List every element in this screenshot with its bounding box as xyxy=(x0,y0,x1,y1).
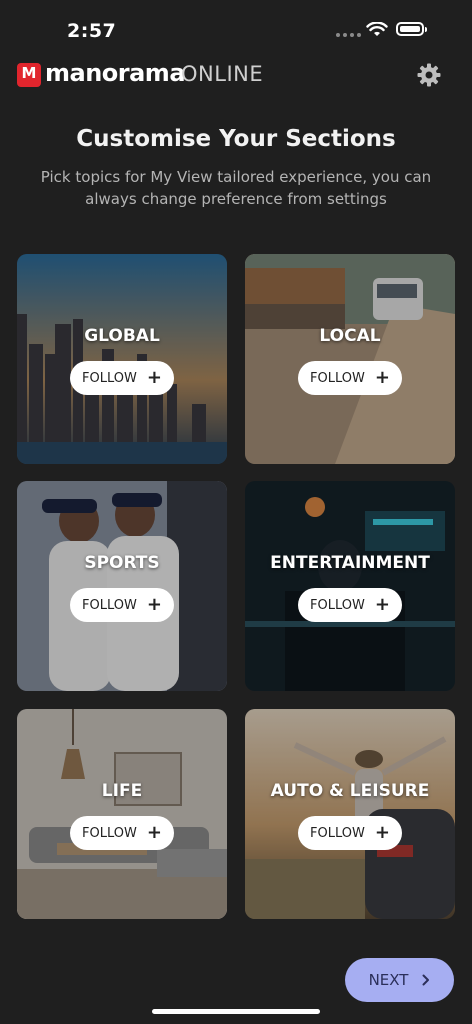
wifi-icon xyxy=(366,22,388,36)
signal-icon xyxy=(336,33,361,37)
page-title: Customise Your Sections xyxy=(76,126,396,152)
logo-icon xyxy=(17,63,41,87)
battery-icon xyxy=(396,22,427,36)
page-subtitle: Pick topics for My View tailored experie… xyxy=(40,168,432,208)
status-time: 2:57 xyxy=(67,20,117,42)
follow-button-sports[interactable]: FOLLOW + xyxy=(70,588,174,622)
plus-icon: + xyxy=(374,822,390,843)
section-card-local[interactable]: LOCAL FOLLOW + xyxy=(245,254,455,464)
section-card-entertainment[interactable]: ENTERTAINMENT FOLLOW + xyxy=(245,481,455,691)
section-label: ENTERTAINMENT xyxy=(270,553,430,573)
brand-suffix: ONLINE xyxy=(181,62,264,86)
follow-label: FOLLOW xyxy=(82,370,137,386)
app-header: manorama ONLINE xyxy=(0,56,472,96)
gear-icon[interactable] xyxy=(416,62,442,88)
section-label: LIFE xyxy=(101,781,143,801)
chevron-right-icon xyxy=(422,974,430,986)
follow-label: FOLLOW xyxy=(310,597,365,613)
plus-icon: + xyxy=(146,367,162,388)
section-label: GLOBAL xyxy=(84,326,160,346)
section-card-life[interactable]: LIFE FOLLOW + xyxy=(17,709,227,919)
plus-icon: + xyxy=(146,822,162,843)
section-label: SPORTS xyxy=(84,553,160,573)
follow-label: FOLLOW xyxy=(82,597,137,613)
section-card-sports[interactable]: SPORTS FOLLOW + xyxy=(17,481,227,691)
follow-button-life[interactable]: FOLLOW + xyxy=(70,816,174,850)
home-indicator[interactable] xyxy=(152,1009,320,1014)
follow-label: FOLLOW xyxy=(82,825,137,841)
status-bar: 2:57 xyxy=(0,0,472,56)
next-label: NEXT xyxy=(368,971,409,989)
plus-icon: + xyxy=(374,594,390,615)
follow-button-local[interactable]: FOLLOW + xyxy=(298,361,402,395)
follow-button-auto-leisure[interactable]: FOLLOW + xyxy=(298,816,402,850)
section-card-auto-leisure[interactable]: AUTO & LEISURE FOLLOW + xyxy=(245,709,455,919)
follow-label: FOLLOW xyxy=(310,825,365,841)
section-card-global[interactable]: GLOBAL FOLLOW + xyxy=(17,254,227,464)
next-button[interactable]: NEXT xyxy=(345,958,454,1002)
follow-button-global[interactable]: FOLLOW + xyxy=(70,361,174,395)
section-label: AUTO & LEISURE xyxy=(270,781,430,801)
plus-icon: + xyxy=(146,594,162,615)
section-label: LOCAL xyxy=(319,326,381,346)
brand-name: manorama xyxy=(45,59,186,87)
follow-button-entertainment[interactable]: FOLLOW + xyxy=(298,588,402,622)
plus-icon: + xyxy=(374,367,390,388)
follow-label: FOLLOW xyxy=(310,370,365,386)
